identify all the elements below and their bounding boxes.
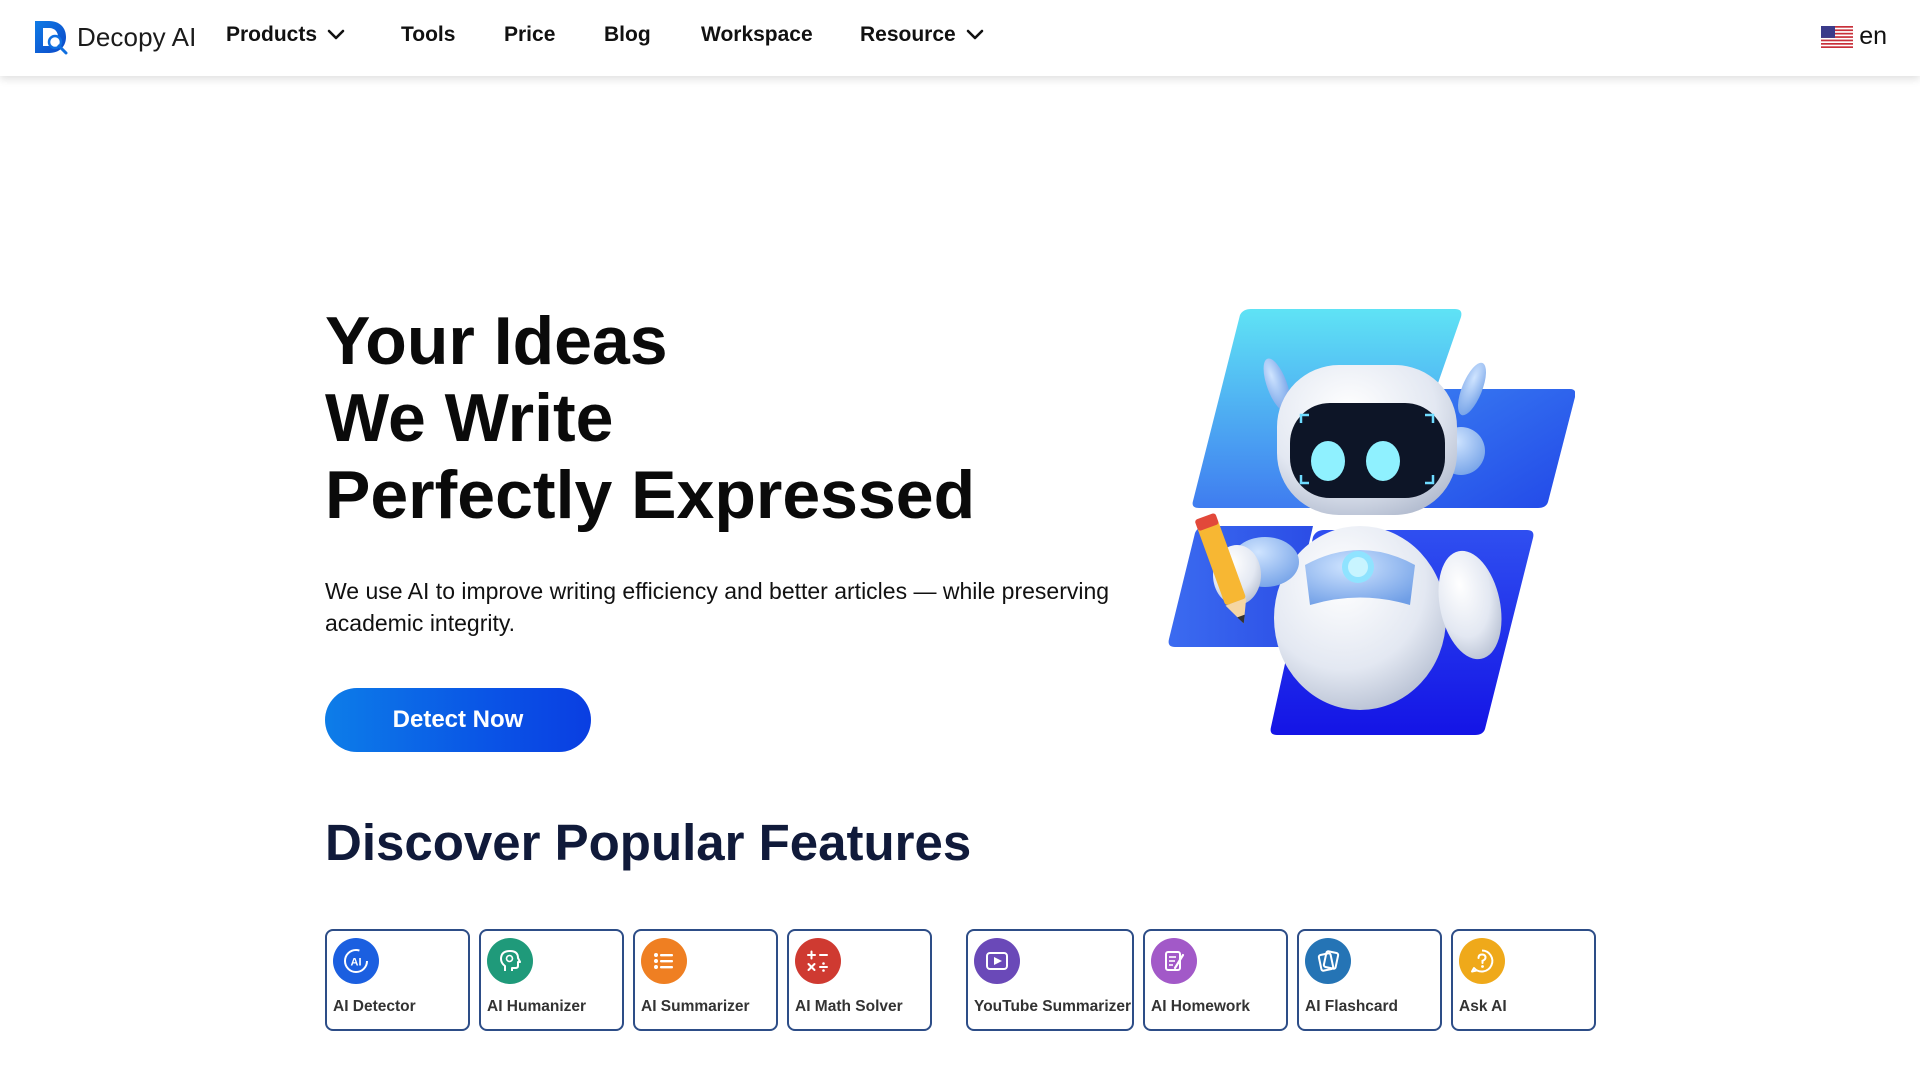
flashcard-icon [1305, 938, 1351, 984]
feature-card-label: Ask AI [1459, 998, 1507, 1015]
feature-card-list: AI AI Detector AI Humanizer AI Summarize… [0, 929, 1920, 1031]
feature-card-ai-flashcard[interactable]: AI Flashcard [1297, 929, 1442, 1031]
features-title: Discover Popular Features [325, 814, 972, 871]
language-label: en [1859, 22, 1887, 50]
feature-card-ask-ai[interactable]: Ask AI [1451, 929, 1596, 1031]
feature-card-ai-humanizer[interactable]: AI Humanizer [479, 929, 624, 1031]
feature-card-label: AI Math Solver [795, 998, 903, 1015]
feature-card-label: YouTube Summarizer [974, 998, 1132, 1015]
play-icon [974, 938, 1020, 984]
chevron-down-icon [327, 29, 345, 40]
us-flag-icon [1821, 25, 1854, 48]
humanizer-head-icon [487, 938, 533, 984]
feature-card-youtube-summarizer[interactable]: YouTube Summarizer [966, 929, 1134, 1031]
hero-subtitle: We use AI to improve writing efficiency … [325, 578, 1110, 636]
nav-products-label: Products [226, 23, 318, 46]
homework-notepad-icon [1151, 938, 1197, 984]
robot-with-pencil-illustration [1168, 309, 1575, 735]
hero-title-line-1: Your Ideas [325, 303, 668, 379]
nav-products[interactable]: Products [226, 23, 345, 47]
chevron-down-icon [966, 29, 984, 40]
nav-price-label: Price [504, 23, 556, 46]
nav-tools[interactable]: Tools [401, 23, 455, 47]
svg-text:AI: AI [351, 957, 362, 969]
hero-title: Your Ideas We Write Perfectly Expressed [325, 303, 975, 534]
feature-card-ai-summarizer[interactable]: AI Summarizer [633, 929, 778, 1031]
decopy-logo-icon [35, 21, 68, 55]
math-operators-icon [795, 938, 841, 984]
brand-name: Decopy AI [77, 21, 197, 52]
hero-title-line-2: We Write [325, 380, 614, 456]
top-navigation: Decopy AI Products Tools Price Blog Work… [0, 0, 1920, 76]
feature-card-label: AI Flashcard [1305, 998, 1399, 1015]
feature-card-label: AI Homework [1151, 998, 1251, 1015]
detect-now-button[interactable]: Detect Now [325, 688, 591, 752]
brand-logo[interactable]: Decopy AI [33, 19, 196, 55]
nav-price[interactable]: Price [504, 23, 555, 47]
feature-card-label: AI Humanizer [487, 998, 587, 1015]
nav-workspace-label: Workspace [701, 23, 813, 46]
feature-card-label: AI Detector [333, 998, 416, 1015]
feature-card-label: AI Summarizer [641, 998, 750, 1015]
hero-title-line-3: Perfectly Expressed [325, 457, 976, 533]
feature-card-ai-math-solver[interactable]: AI Math Solver [787, 929, 932, 1031]
language-selector[interactable]: en [1821, 22, 1887, 51]
nav-resource-label: Resource [860, 23, 956, 46]
ai-detector-icon: AI [333, 938, 379, 984]
nav-tools-label: Tools [401, 23, 456, 46]
feature-card-ai-homework[interactable]: AI Homework [1143, 929, 1288, 1031]
list-icon [641, 938, 687, 984]
feature-card-ai-detector[interactable]: AI AI Detector [325, 929, 470, 1031]
question-bubble-icon [1459, 938, 1505, 984]
nav-workspace[interactable]: Workspace [701, 23, 813, 47]
nav-resource[interactable]: Resource [860, 23, 984, 47]
nav-blog-label: Blog [604, 23, 651, 46]
nav-blog[interactable]: Blog [604, 23, 651, 47]
